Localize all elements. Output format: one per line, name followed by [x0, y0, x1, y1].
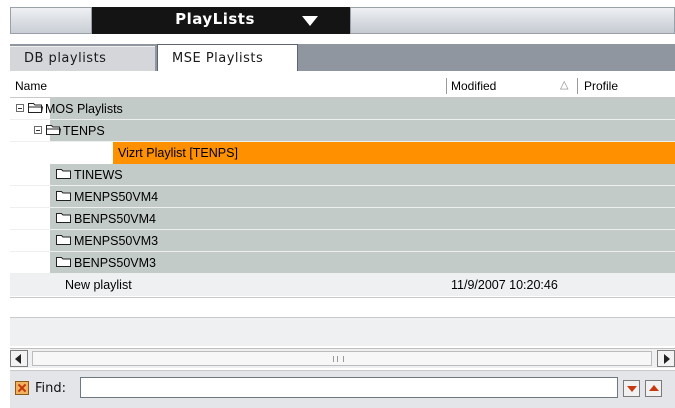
- collapse-icon[interactable]: [34, 126, 42, 134]
- column-header-profile[interactable]: Profile: [584, 79, 618, 93]
- title-bar-right-segment: [350, 7, 675, 34]
- folder-icon: [56, 191, 71, 201]
- collapse-icon[interactable]: [16, 104, 24, 112]
- folder-open-icon: [46, 125, 61, 135]
- find-label: Find:: [35, 381, 67, 396]
- tree-row-vizrt-playlist[interactable]: Vizrt Playlist [TENPS]: [10, 142, 675, 164]
- title-bar-left-segment: [10, 7, 92, 34]
- find-input[interactable]: [80, 377, 618, 398]
- tree-row-label: BENPS50VM3: [74, 256, 156, 270]
- find-bar: Find:: [10, 370, 675, 408]
- tab-strip: DB playlists MSE Playlists: [10, 44, 675, 71]
- sort-ascending-icon: △: [560, 79, 569, 91]
- empty-area: [10, 317, 675, 346]
- title-bar: PlayLists: [10, 7, 675, 34]
- column-header-name[interactable]: Name: [15, 79, 47, 93]
- column-header-row: Name Modified △ Profile: [10, 75, 675, 98]
- tree-row-menps50vm4[interactable]: MENPS50VM4: [10, 186, 675, 208]
- row-background: [50, 164, 675, 186]
- playlists-window: PlayLists DB playlists MSE Playlists Nam…: [0, 0, 675, 408]
- tree-row-tenps[interactable]: TENPS: [10, 120, 675, 142]
- tree-row-benps50vm4[interactable]: BENPS50VM4: [10, 208, 675, 230]
- scroll-right-button[interactable]: [657, 350, 675, 367]
- folder-open-icon: [28, 103, 43, 113]
- folder-icon: [56, 257, 71, 267]
- clear-find-icon[interactable]: [15, 381, 29, 395]
- row-background: [50, 98, 675, 120]
- tree-row-label: MOS Playlists: [45, 102, 123, 116]
- row-background: [50, 120, 675, 142]
- tree-row-menps50vm3[interactable]: MENPS50VM3: [10, 230, 675, 252]
- tree-row-label: BENPS50VM4: [74, 212, 156, 226]
- row-modified-date: 11/9/2007 10:20:46: [451, 278, 558, 292]
- panel-selector[interactable]: PlayLists: [92, 7, 350, 34]
- empty-area: [10, 297, 675, 317]
- find-previous-button[interactable]: [645, 380, 662, 397]
- playlist-tree-grid: Name Modified △ Profile MOS Playlists TE…: [10, 75, 675, 395]
- find-next-button[interactable]: [623, 380, 640, 397]
- tree-row-label: New playlist: [65, 278, 132, 292]
- tree-row-new-playlist[interactable]: New playlist 11/9/2007 10:20:46: [10, 274, 675, 296]
- scroll-thumb[interactable]: [32, 351, 652, 366]
- dropdown-arrow-icon[interactable]: [302, 16, 318, 26]
- tree-row-label: MENPS50VM3: [74, 234, 159, 248]
- scroll-left-button[interactable]: [10, 350, 28, 367]
- tab-mse-playlists[interactable]: MSE Playlists: [157, 44, 298, 71]
- column-header-modified[interactable]: Modified: [451, 79, 496, 93]
- tab-db-playlists[interactable]: DB playlists: [10, 46, 155, 71]
- tree-row-tinews[interactable]: TINEWS: [10, 164, 675, 186]
- folder-icon: [56, 169, 71, 179]
- tree-row-label: MENPS50VM4: [74, 190, 159, 204]
- tree-row-label: TENPS: [63, 124, 105, 138]
- tree-row-label: TINEWS: [74, 168, 123, 182]
- column-divider[interactable]: [577, 78, 578, 94]
- folder-icon: [56, 235, 71, 245]
- tree-row-label: Vizrt Playlist [TENPS]: [118, 146, 238, 160]
- tree-row-mos-playlists[interactable]: MOS Playlists: [10, 98, 675, 120]
- grip-icon: [333, 356, 344, 362]
- column-divider[interactable]: [446, 78, 447, 94]
- folder-icon: [56, 213, 71, 223]
- horizontal-scrollbar[interactable]: [10, 348, 675, 368]
- tree-row-benps50vm3[interactable]: BENPS50VM3: [10, 252, 675, 274]
